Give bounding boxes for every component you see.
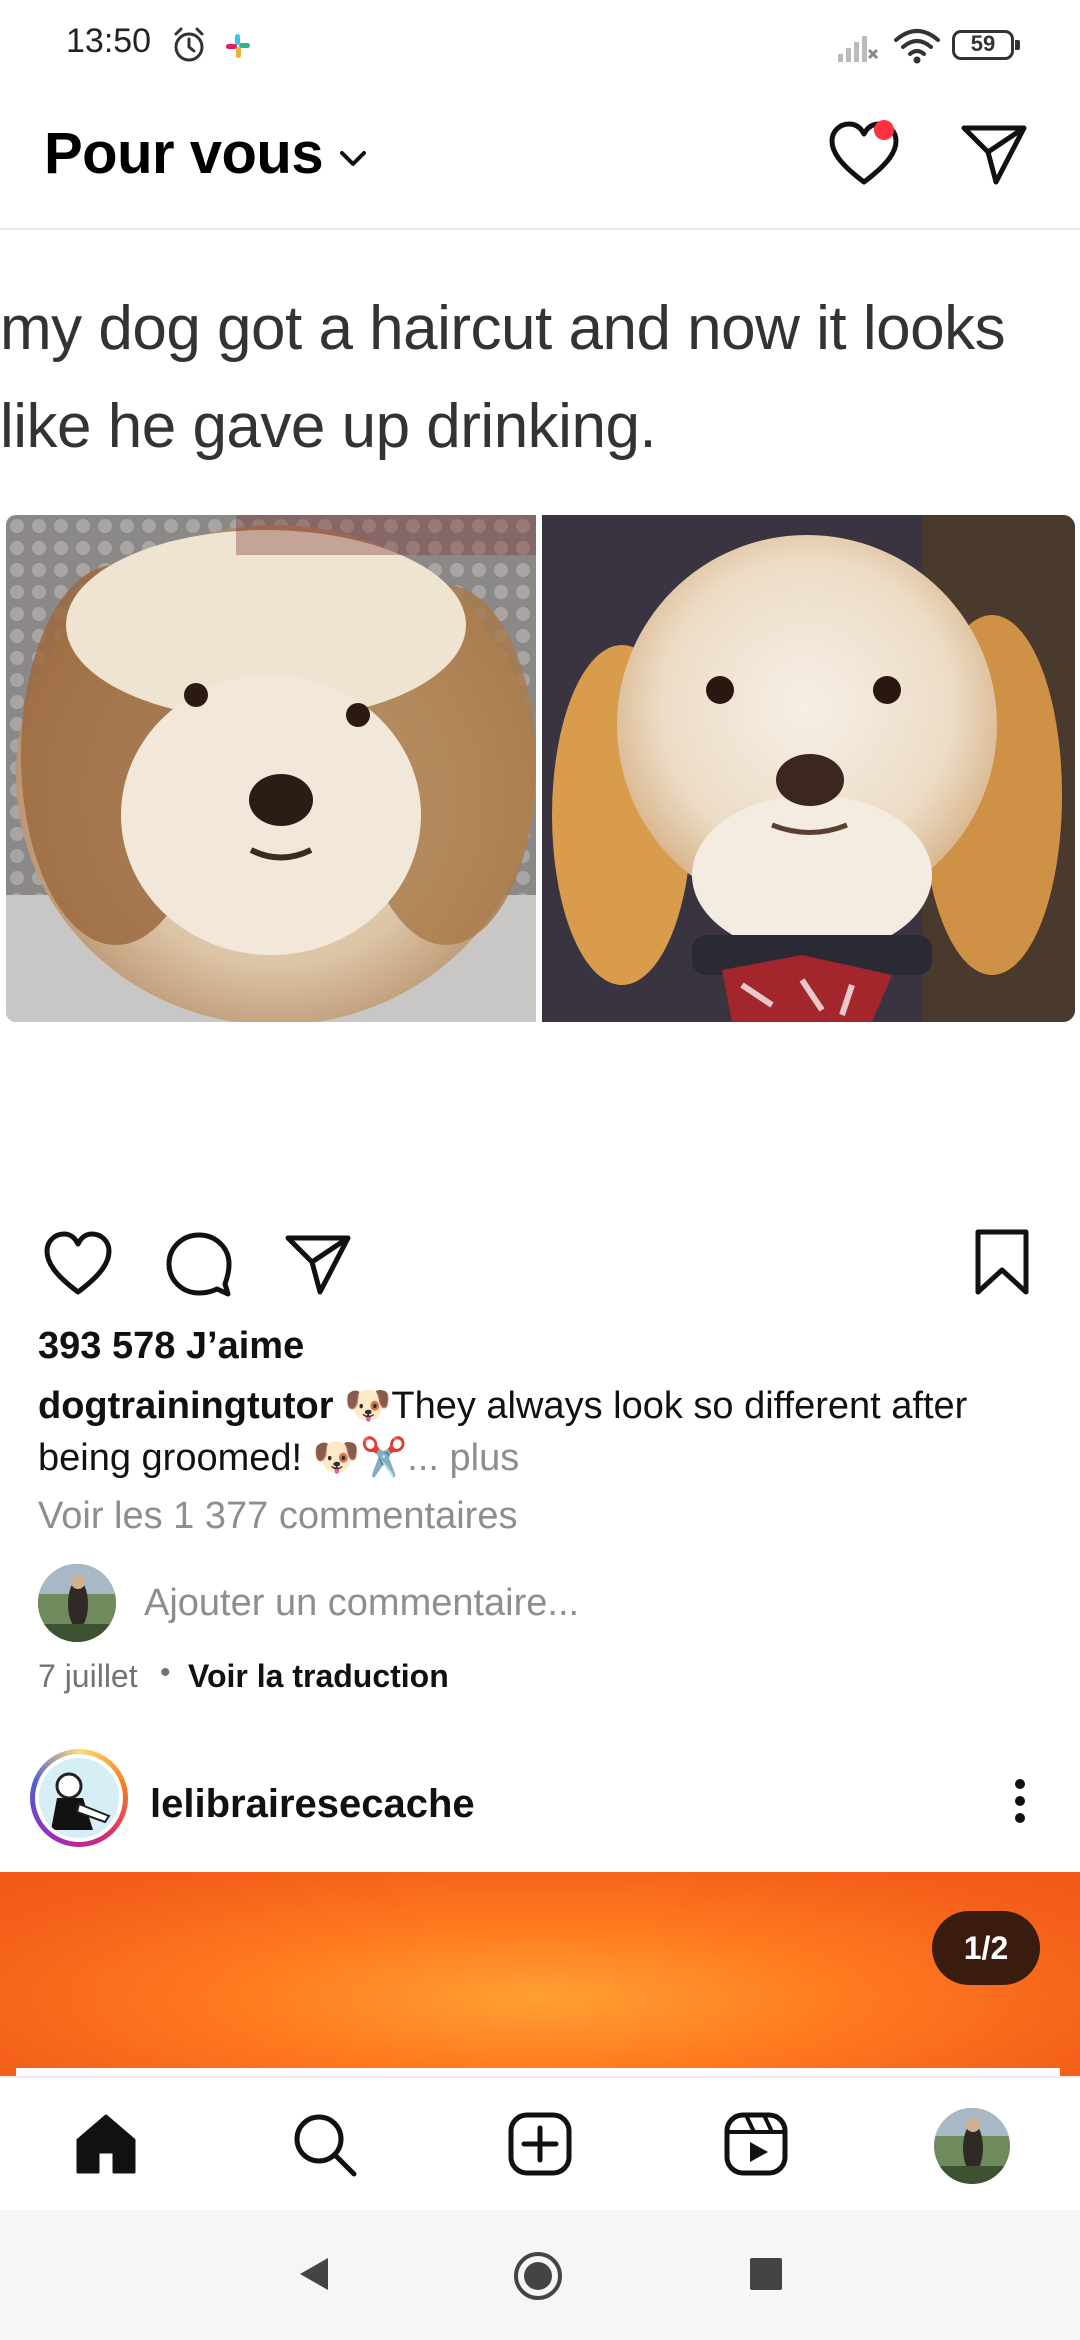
caption-text: being groomed!	[38, 1437, 303, 1479]
more-options-icon[interactable]	[1002, 1776, 1038, 1826]
status-bar: 13:50 59	[0, 0, 1080, 92]
battery-icon: 59	[952, 30, 1020, 60]
emoji-dog: 🐶	[344, 1385, 392, 1427]
likes-count[interactable]: 393 578 J’aime	[38, 1325, 304, 1368]
post-date: 7 juillet	[38, 1658, 138, 1694]
avatar	[39, 1758, 119, 1838]
feed-selector-title[interactable]: Pour vous	[44, 120, 324, 187]
heart-icon[interactable]	[826, 116, 902, 192]
app-header: Pour vous	[0, 92, 1080, 230]
comment-icon[interactable]	[163, 1228, 235, 1300]
signal-icon	[838, 36, 879, 62]
system-navigation-bar	[0, 2210, 1080, 2340]
battery-level: 59	[970, 31, 996, 56]
search-icon[interactable]	[290, 2110, 360, 2180]
meme-caption-line: like he gave up drinking.	[0, 392, 657, 461]
alarm-icon	[174, 27, 204, 62]
carousel-page-indicator: 1/2	[932, 1911, 1040, 1985]
home-button[interactable]	[512, 2250, 564, 2302]
next-post-username[interactable]: lelibrairesecache	[150, 1782, 475, 1827]
recents-button[interactable]	[746, 2254, 786, 2294]
like-heart-icon[interactable]	[42, 1228, 114, 1300]
post-caption: dogtrainingtutor 🐶They always look so di…	[38, 1380, 1038, 1484]
see-translation-link[interactable]: Voir la traduction	[188, 1658, 449, 1695]
meme-caption: my dog got a haircut and now it looks li…	[0, 280, 1080, 476]
view-comments-link[interactable]: Voir les 1 377 commentaires	[38, 1495, 517, 1538]
reels-icon[interactable]	[722, 2110, 790, 2178]
back-button[interactable]	[292, 2252, 336, 2296]
meme-caption-line: my dog got a haircut and now it looks	[0, 294, 1006, 363]
next-post-media[interactable]	[0, 1872, 1080, 2082]
separator-dot: •	[160, 1656, 171, 1689]
story-ring[interactable]	[30, 1749, 128, 1847]
send-icon[interactable]	[958, 118, 1030, 190]
caption-username[interactable]: dogtrainingtutor	[38, 1385, 333, 1427]
chevron-down-icon[interactable]	[336, 144, 370, 174]
dog-photo-after	[542, 515, 1075, 1022]
wifi-icon	[894, 29, 940, 64]
slack-icon	[226, 34, 250, 58]
bookmark-icon[interactable]	[966, 1226, 1038, 1298]
share-send-icon[interactable]	[282, 1228, 354, 1300]
profile-avatar[interactable]	[934, 2108, 1010, 2184]
status-time: 13:50	[66, 22, 152, 60]
create-icon[interactable]	[506, 2110, 574, 2178]
emoji-dog-scissors: 🐶✂️	[312, 1437, 408, 1479]
more-link[interactable]: ... plus	[407, 1437, 519, 1479]
notification-dot	[874, 120, 894, 140]
home-icon[interactable]	[72, 2110, 140, 2178]
bottom-navigation	[0, 2076, 1080, 2212]
avatar	[38, 1564, 116, 1642]
dog-photo-before	[6, 515, 536, 1022]
add-comment-input[interactable]: Ajouter un commentaire...	[144, 1582, 579, 1625]
post-media[interactable]: my dog got a haircut and now it looks li…	[0, 230, 1080, 1190]
caption-text: They always look so different after	[391, 1385, 968, 1427]
